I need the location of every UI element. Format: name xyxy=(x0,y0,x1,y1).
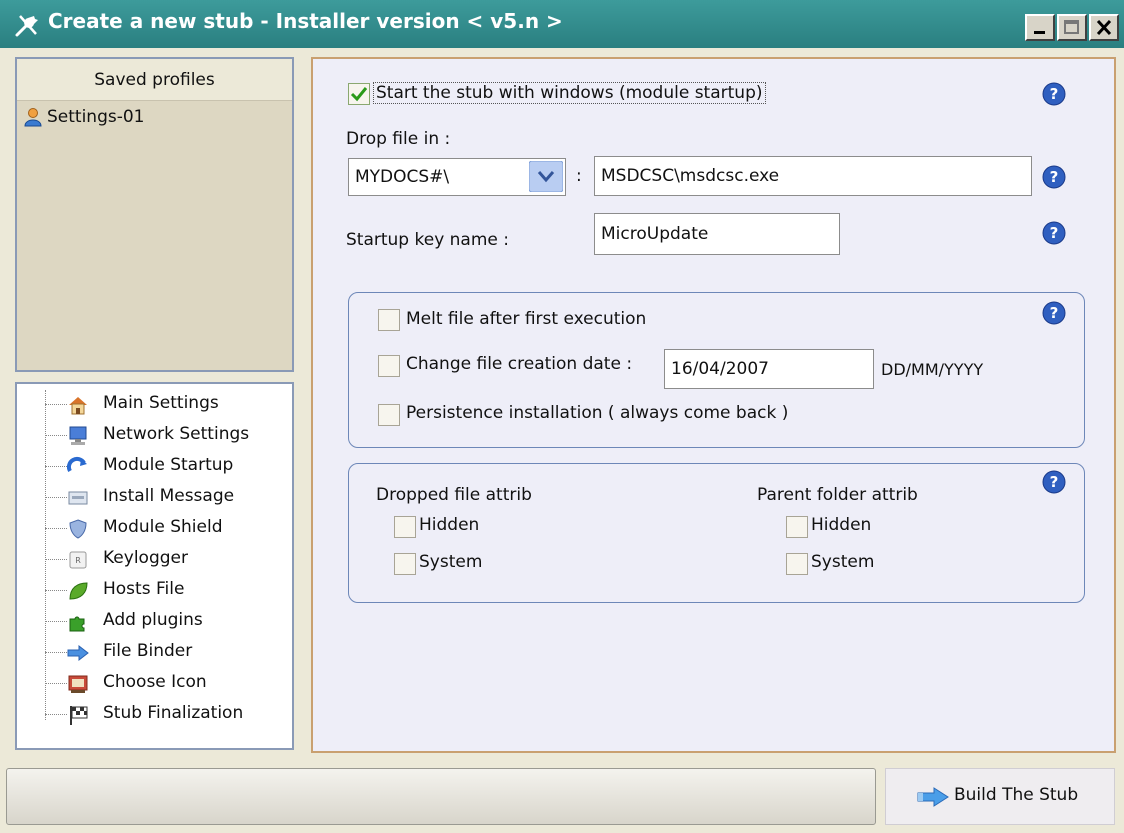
startup-key-field[interactable]: MicroUpdate xyxy=(594,213,840,255)
nav-label: Keylogger xyxy=(103,548,188,568)
drop-file-label: Drop file in : xyxy=(346,129,451,149)
svg-text:?: ? xyxy=(1050,224,1059,242)
nav-item-file-binder[interactable]: File Binder xyxy=(17,638,287,668)
creation-date-field[interactable]: 16/04/2007 xyxy=(664,349,874,389)
saved-profiles-panel: Saved profiles Settings-01 xyxy=(15,57,294,372)
svg-text:?: ? xyxy=(1050,304,1059,322)
parent-system-checkbox[interactable] xyxy=(786,553,808,575)
nav-item-install-message[interactable]: Install Message xyxy=(17,483,287,513)
drop-path-value: MSDCSC\msdcsc.exe xyxy=(601,166,780,186)
leaf-icon xyxy=(69,582,88,600)
startup-key-value: MicroUpdate xyxy=(601,224,709,244)
path-separator: : xyxy=(576,166,582,186)
svg-text:?: ? xyxy=(1050,168,1059,186)
nav-label: Choose Icon xyxy=(103,672,207,692)
user-icon xyxy=(24,108,42,127)
nav-label: Add plugins xyxy=(103,610,203,630)
checkmark-icon xyxy=(350,87,368,102)
flag-icon xyxy=(70,706,88,725)
picture-icon xyxy=(68,675,88,693)
change-date-label[interactable]: Change file creation date : xyxy=(406,354,632,374)
nav-item-keylogger[interactable]: R Keylogger xyxy=(17,545,287,575)
dropped-hidden-checkbox[interactable] xyxy=(394,516,416,538)
arrow-icon xyxy=(67,644,89,662)
arrow-right-icon xyxy=(917,787,949,807)
drop-folder-value: MYDOCS#\ xyxy=(355,167,450,187)
maximize-button[interactable] xyxy=(1057,14,1087,41)
startup-checkbox[interactable] xyxy=(348,83,370,105)
minimize-icon xyxy=(1034,31,1045,34)
svg-text:?: ? xyxy=(1050,85,1059,103)
help-icon[interactable]: ? xyxy=(1042,470,1066,494)
parent-attrib-title: Parent folder attrib xyxy=(757,485,918,505)
persistence-checkbox[interactable] xyxy=(378,404,400,426)
startup-key-label: Startup key name : xyxy=(346,230,510,250)
parent-hidden-checkbox[interactable] xyxy=(786,516,808,538)
close-icon xyxy=(1096,19,1112,36)
window-title: Create a new stub - Installer version < … xyxy=(48,9,563,33)
persistence-label[interactable]: Persistence installation ( always come b… xyxy=(406,403,788,423)
close-button[interactable] xyxy=(1089,14,1119,41)
dropped-system-label[interactable]: System xyxy=(419,552,482,572)
help-icon[interactable]: ? xyxy=(1042,165,1066,189)
parent-hidden-label[interactable]: Hidden xyxy=(811,515,871,535)
nav-label: Main Settings xyxy=(103,393,219,413)
nav-label: Stub Finalization xyxy=(103,703,244,723)
nav-item-module-startup[interactable]: Module Startup xyxy=(17,452,287,482)
help-icon[interactable]: ? xyxy=(1042,301,1066,325)
nav-label: Network Settings xyxy=(103,424,250,444)
chevron-down-icon[interactable] xyxy=(529,161,563,192)
build-stub-button[interactable]: Build The Stub xyxy=(885,768,1115,825)
date-format-hint: DD/MM/YYYY xyxy=(881,360,984,379)
nav-item-network-settings[interactable]: Network Settings xyxy=(17,421,287,451)
puzzle-icon xyxy=(69,616,85,632)
nav-label: Install Message xyxy=(103,486,235,506)
help-icon[interactable]: ? xyxy=(1042,221,1066,245)
minimize-button[interactable] xyxy=(1025,14,1055,41)
message-icon xyxy=(68,491,88,505)
nav-label: File Binder xyxy=(103,641,193,661)
svg-text:?: ? xyxy=(1050,473,1059,491)
nav-label: Hosts File xyxy=(103,579,185,599)
change-date-checkbox[interactable] xyxy=(378,355,400,377)
computer-icon xyxy=(69,426,87,445)
refresh-icon xyxy=(67,456,87,472)
nav-item-choose-icon[interactable]: Choose Icon xyxy=(17,669,287,699)
home-icon xyxy=(69,397,87,415)
svg-text:R: R xyxy=(75,556,81,565)
key-icon: R xyxy=(69,551,87,569)
nav-item-module-shield[interactable]: Module Shield xyxy=(17,514,287,544)
nav-label: Module Startup xyxy=(103,455,234,475)
settings-nav-tree: Main Settings Network Settings Module St… xyxy=(15,382,294,750)
melt-file-checkbox[interactable] xyxy=(378,309,400,331)
maximize-icon xyxy=(1064,20,1079,34)
melt-file-label[interactable]: Melt file after first execution xyxy=(406,309,646,329)
shield-icon xyxy=(69,519,87,539)
drop-path-field[interactable]: MSDCSC\msdcsc.exe xyxy=(594,156,1032,196)
creation-date-value: 16/04/2007 xyxy=(671,359,769,379)
tools-icon xyxy=(15,15,38,37)
dropped-attrib-title: Dropped file attrib xyxy=(376,485,532,505)
parent-system-label[interactable]: System xyxy=(811,552,874,572)
nav-item-stub-finalization[interactable]: Stub Finalization xyxy=(17,700,287,730)
title-bar: Create a new stub - Installer version < … xyxy=(0,0,1124,48)
nav-item-hosts-file[interactable]: Hosts File xyxy=(17,576,287,606)
dropped-system-checkbox[interactable] xyxy=(394,553,416,575)
module-startup-panel: Start the stub with windows (module star… xyxy=(311,57,1116,753)
progress-bar xyxy=(6,768,876,825)
nav-item-add-plugins[interactable]: Add plugins xyxy=(17,607,287,637)
nav-item-main-settings[interactable]: Main Settings xyxy=(17,390,287,420)
profile-label: Settings-01 xyxy=(47,107,145,127)
nav-label: Module Shield xyxy=(103,517,223,537)
saved-profiles-header: Saved profiles xyxy=(17,59,292,101)
startup-checkbox-label[interactable]: Start the stub with windows (module star… xyxy=(373,82,766,104)
build-stub-label: Build The Stub xyxy=(954,785,1079,805)
help-icon[interactable]: ? xyxy=(1042,82,1066,106)
dropped-hidden-label[interactable]: Hidden xyxy=(419,515,479,535)
